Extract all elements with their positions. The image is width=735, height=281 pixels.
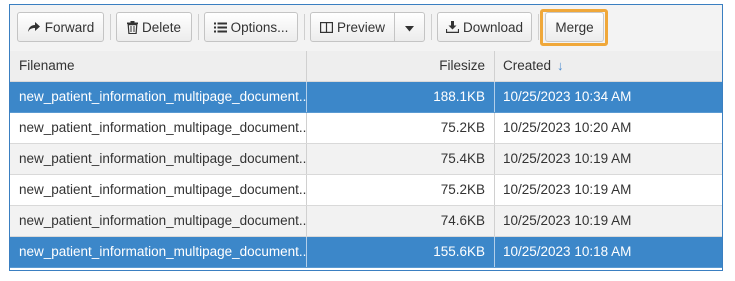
preview-button[interactable]: Preview [310,12,395,42]
filesize-cell: 75.2KB [440,120,485,135]
filesize-cell: 188.1KB [433,89,485,104]
table-row[interactable]: new_patient_information_multipage_docume… [10,175,722,206]
preview-label: Preview [336,19,385,35]
table-body: new_patient_information_multipage_docume… [10,82,722,268]
toolbar-divider [538,14,539,40]
filename-cell: new_patient_information_multipage_docume… [19,182,306,197]
filesize-cell: 74.6KB [440,213,485,228]
table-row[interactable]: new_patient_information_multipage_docume… [10,237,722,268]
trash-icon [126,20,138,34]
download-label: Download [462,19,524,35]
created-cell: 10/25/2023 10:19 AM [503,182,632,197]
toolbar-divider [198,14,199,40]
forward-button[interactable]: Forward [17,12,104,42]
filename-cell: new_patient_information_multipage_docume… [19,244,306,259]
created-cell: 10/25/2023 10:34 AM [503,89,632,104]
table-row[interactable]: new_patient_information_multipage_docume… [10,206,722,237]
delete-button[interactable]: Delete [116,12,192,42]
column-header-filename[interactable]: Filename [10,51,306,81]
created-cell: 10/25/2023 10:20 AM [503,120,632,135]
merge-label: Merge [555,19,594,35]
filename-cell: new_patient_information_multipage_docume… [19,151,306,166]
preview-window-icon [319,21,333,33]
filename-cell: new_patient_information_multipage_docume… [19,89,306,104]
forward-icon [27,21,41,33]
toolbar-divider [110,14,111,40]
list-icon [213,22,227,33]
options-button[interactable]: Options... [204,12,298,42]
filename-cell: new_patient_information_multipage_docume… [19,213,306,228]
forward-label: Forward [44,19,95,35]
toolbar: Forward Delete Options... Preview Downlo… [10,5,722,52]
column-header-created-label: Created [503,58,552,73]
toolbar-divider [304,14,305,40]
column-header-created[interactable]: Created ↓ [495,51,722,81]
created-cell: 10/25/2023 10:19 AM [503,151,632,166]
filesize-cell: 75.4KB [440,151,485,166]
merge-button[interactable]: Merge [545,12,604,42]
delete-label: Delete [141,19,182,35]
filesize-cell: 75.2KB [440,182,485,197]
options-label: Options... [230,19,289,35]
caret-down-icon [405,20,414,35]
column-header-filesize[interactable]: Filesize [307,51,491,81]
filesize-cell: 155.6KB [433,244,485,259]
file-table: Filename Filesize Created ↓ new_patient_i… [10,51,722,268]
preview-dropdown-button[interactable] [394,12,425,42]
download-icon [445,21,459,33]
file-panel: Forward Delete Options... Preview Downlo… [9,4,723,271]
sort-arrow-icon: ↓ [557,58,564,73]
filename-cell: new_patient_information_multipage_docume… [19,120,306,135]
table-row[interactable]: new_patient_information_multipage_docume… [10,82,722,113]
created-cell: 10/25/2023 10:18 AM [503,244,632,259]
table-row[interactable]: new_patient_information_multipage_docume… [10,113,722,144]
table-header: Filename Filesize Created ↓ [10,51,722,82]
created-cell: 10/25/2023 10:19 AM [503,213,632,228]
toolbar-divider [431,14,432,40]
table-row[interactable]: new_patient_information_multipage_docume… [10,144,722,175]
download-button[interactable]: Download [437,12,532,42]
